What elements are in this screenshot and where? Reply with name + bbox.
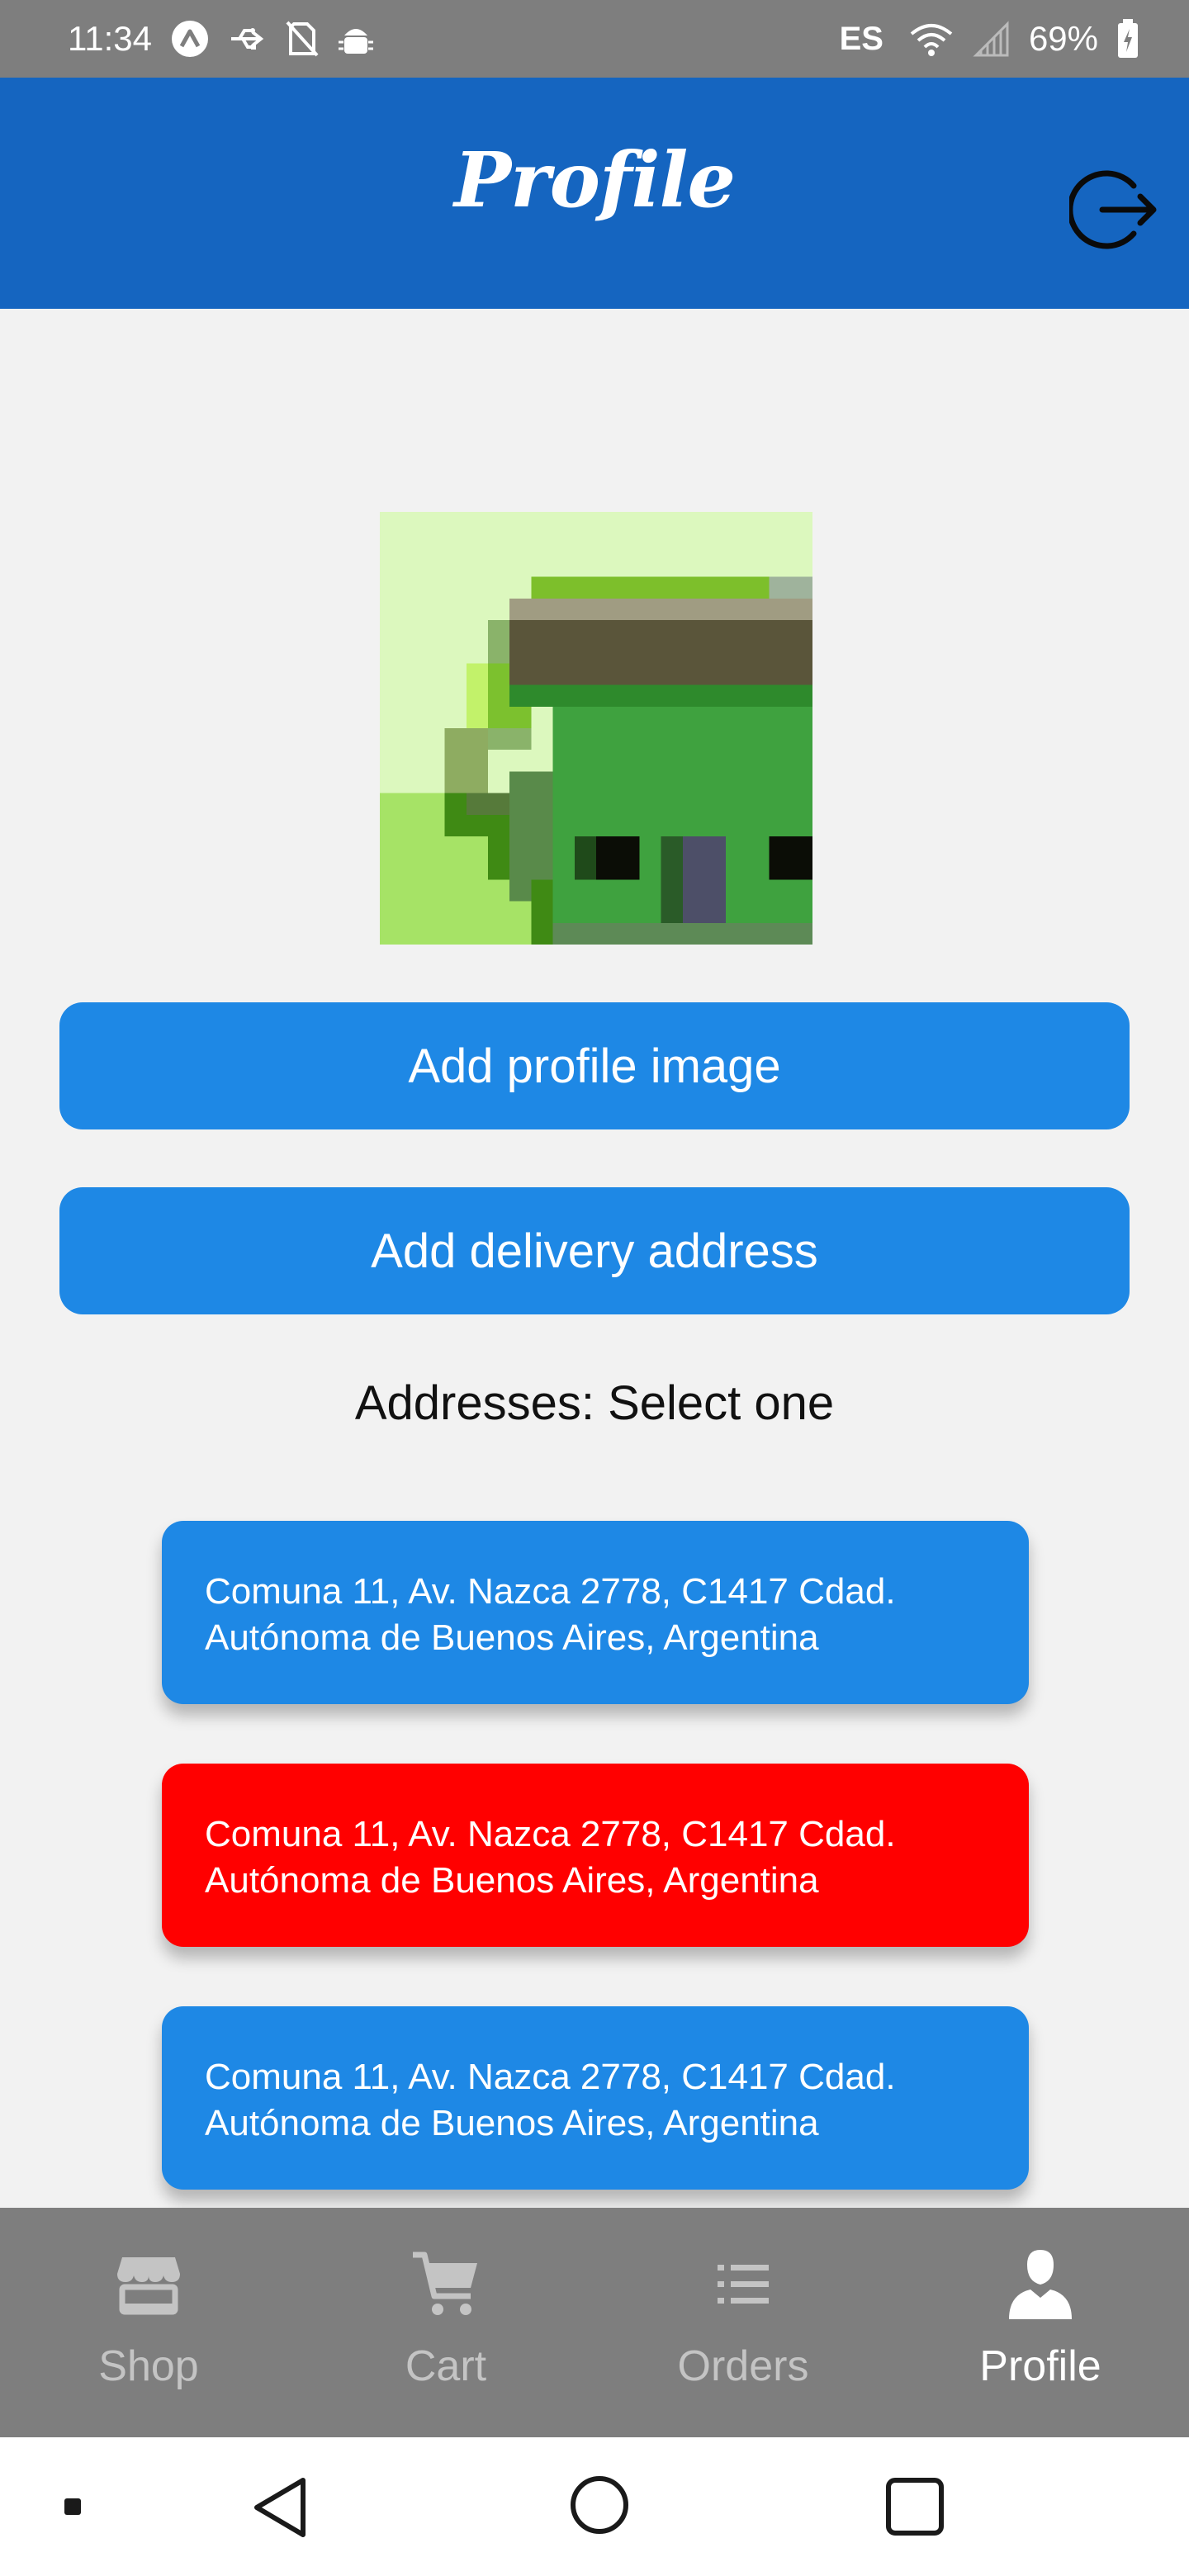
addresses-title: Addresses: Select one — [354, 1376, 835, 1430]
nav-home-button[interactable] — [558, 2464, 641, 2546]
nav-back-button[interactable] — [239, 2470, 322, 2545]
list-icon — [706, 2247, 780, 2322]
nav-recents-button[interactable] — [875, 2467, 955, 2546]
address-card-selected[interactable]: Comuna 11, Av. Nazca 2778, C1417 Cdad. A… — [162, 1764, 1029, 1947]
logout-icon — [1069, 170, 1157, 249]
page-title: Profile — [453, 135, 736, 225]
tab-profile-label: Profile — [979, 2342, 1101, 2390]
address-line-2: Autónoma de Buenos Aires, Argentina — [205, 1617, 819, 1658]
status-language: ES — [839, 20, 883, 57]
tab-cart[interactable]: Cart — [297, 2208, 594, 2437]
address-line-1: Comuna 11, Av. Nazca 2778, C1417 Cdad. — [205, 1814, 896, 1854]
address-line-1: Comuna 11, Av. Nazca 2778, C1417 Cdad. — [205, 1571, 896, 1612]
no-sim-icon — [286, 21, 319, 57]
status-time: 11:34 — [68, 19, 152, 58]
tab-shop-label: Shop — [98, 2342, 199, 2390]
tab-orders-label: Orders — [677, 2342, 809, 2390]
tab-shop[interactable]: Shop — [0, 2208, 297, 2437]
recents-square-icon — [886, 2478, 944, 2536]
address-line-2: Autónoma de Buenos Aires, Argentina — [205, 2103, 819, 2143]
battery-icon — [1116, 19, 1139, 59]
status-bar: 11:34 ES 69% — [0, 0, 1189, 78]
logout-button[interactable] — [1065, 160, 1164, 259]
add-delivery-address-button[interactable]: Add delivery address — [59, 1187, 1130, 1314]
profile-image — [380, 512, 812, 945]
wifi-icon — [908, 21, 955, 57]
battery-percent: 69% — [1028, 19, 1098, 58]
square-dot-icon — [64, 2498, 81, 2515]
add-profile-image-button[interactable]: Add profile image — [59, 1002, 1130, 1129]
android-debug-icon — [337, 21, 375, 57]
tab-cart-label: Cart — [405, 2342, 487, 2390]
bottom-tab-bar: Shop Cart Orders Profile — [0, 2208, 1189, 2437]
address-card[interactable]: Comuna 11, Av. Nazca 2778, C1417 Cdad. A… — [162, 2006, 1029, 2190]
store-icon — [111, 2247, 186, 2322]
status-left: 11:34 — [68, 19, 375, 59]
app-header: Profile — [0, 78, 1189, 309]
tab-orders[interactable]: Orders — [594, 2208, 892, 2437]
cart-icon — [409, 2247, 483, 2322]
home-circle-icon — [571, 2476, 628, 2534]
status-right: ES 69% — [840, 19, 1139, 59]
usb-icon — [228, 22, 268, 55]
back-triangle-icon — [254, 2478, 306, 2537]
expo-icon — [170, 19, 210, 59]
nav-menu-button[interactable] — [54, 2488, 91, 2525]
address-line-2: Autónoma de Buenos Aires, Argentina — [205, 1860, 819, 1901]
tab-profile[interactable]: Profile — [892, 2208, 1189, 2437]
system-navigation-bar — [0, 2437, 1189, 2576]
address-line-1: Comuna 11, Av. Nazca 2778, C1417 Cdad. — [205, 2057, 896, 2097]
person-icon — [1003, 2247, 1078, 2322]
signal-icon — [973, 21, 1011, 57]
address-card[interactable]: Comuna 11, Av. Nazca 2778, C1417 Cdad. A… — [162, 1521, 1029, 1704]
